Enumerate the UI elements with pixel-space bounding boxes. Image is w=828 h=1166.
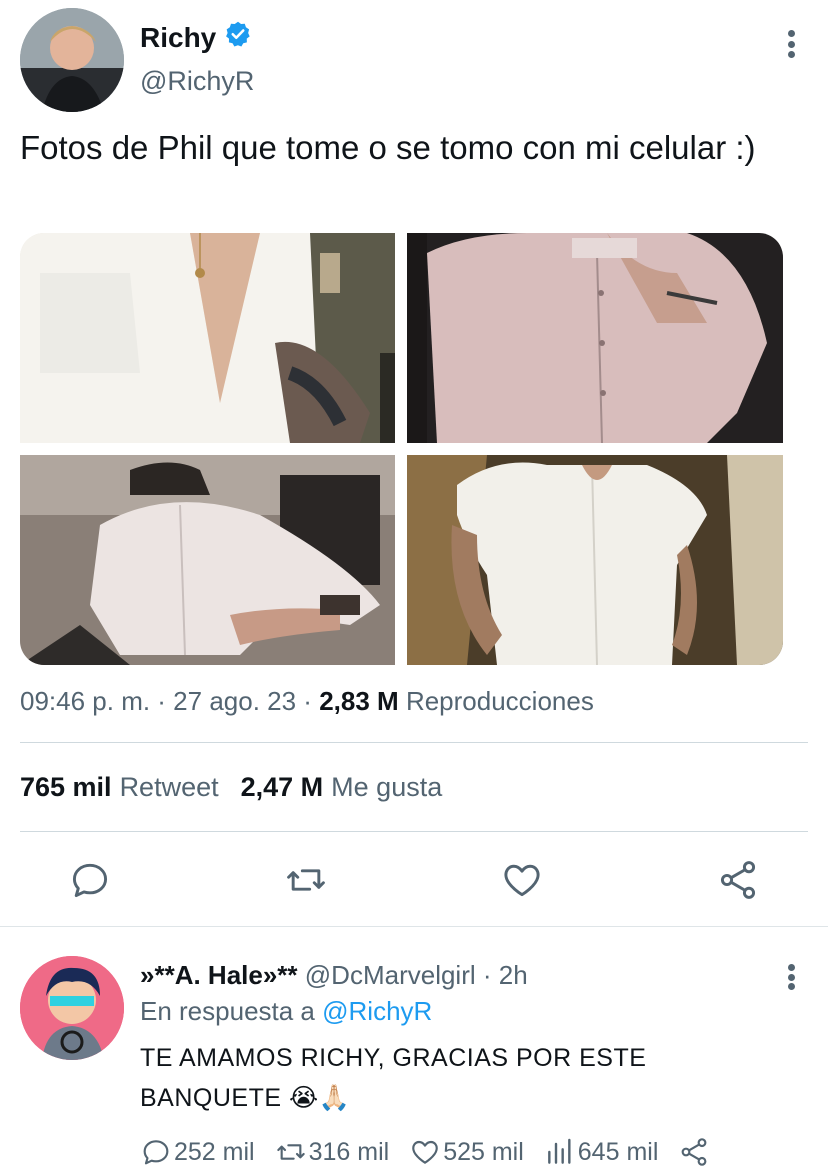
reply-replies-count: 252 mil [174,1137,255,1166]
reply-icon [143,1140,169,1165]
more-icon[interactable] [786,30,796,58]
share-icon[interactable] [716,858,760,902]
retweet-icon[interactable] [284,858,328,902]
retweets-label[interactable]: Retweet [120,772,219,802]
author-name[interactable]: Richy [140,20,252,55]
reply-author-handle[interactable]: @DcMarvelgirl [305,960,476,990]
reply-to-line: En respuesta a @RichyR [140,996,432,1027]
views-count: 2,83 M [319,686,399,716]
reply-retweets-count: 316 mil [308,1137,390,1166]
reply-avatar[interactable] [20,956,124,1060]
engagement-stats: 765 mil Retweet 2,47 M Me gusta [20,772,464,803]
tweet-timestamp[interactable]: 09:46 p. m. · 27 ago. 23 · [20,686,312,716]
reply-to-handle[interactable]: @RichyR [322,996,432,1026]
divider [20,831,808,832]
like-icon [412,1140,438,1164]
retweet-icon [276,1144,305,1160]
like-icon[interactable] [500,858,544,902]
author-avatar[interactable] [20,8,124,112]
reply-action-bar: 252 mil 316 mil 525 mil 645 mil [140,1136,732,1166]
reply-time[interactable]: · 2h [483,960,528,990]
reply-author-name[interactable]: »**A. Hale»** [140,960,298,990]
reply-text: TE AMAMOS RICHY, GRACIAS POR ESTE BANQUE… [140,1044,647,1112]
section-divider [0,926,828,927]
reply-replies[interactable]: 252 mil [140,1136,255,1166]
tweet-meta: 09:46 p. m. · 27 ago. 23 · 2,83 M Reprod… [20,686,594,717]
verified-badge-icon [224,20,252,55]
media-grid [20,233,783,665]
reply-icon[interactable] [68,858,112,902]
author-handle[interactable]: @RichyR [140,66,254,97]
divider [20,742,808,743]
reply-header: »**A. Hale»** @DcMarvelgirl · 2h [140,960,528,991]
reply-likes[interactable]: 525 mil [409,1136,524,1166]
photo-2[interactable] [407,233,783,443]
photo-1[interactable] [20,233,395,443]
reply-views[interactable]: 645 mil [544,1136,659,1166]
likes-count[interactable]: 2,47 M [241,772,324,802]
author-name-text[interactable]: Richy [140,22,216,54]
photo-3[interactable] [20,455,395,665]
retweets-count[interactable]: 765 mil [20,772,112,802]
photo-4[interactable] [407,455,783,665]
reply-to-label: En respuesta a [140,996,315,1026]
views-icon [547,1138,571,1164]
reply-views-count: 645 mil [577,1137,659,1166]
likes-label[interactable]: Me gusta [331,772,442,802]
reply-likes-count: 525 mil [443,1137,524,1166]
reply-share-icon[interactable] [678,1136,712,1166]
reply-retweets[interactable]: 316 mil [275,1136,390,1166]
reply-more-icon[interactable] [786,964,796,990]
action-bar [0,850,828,910]
tweet-text: Fotos de Phil que tome o se tomo con mi … [20,129,756,166]
views-label: Reproducciones [405,686,594,716]
